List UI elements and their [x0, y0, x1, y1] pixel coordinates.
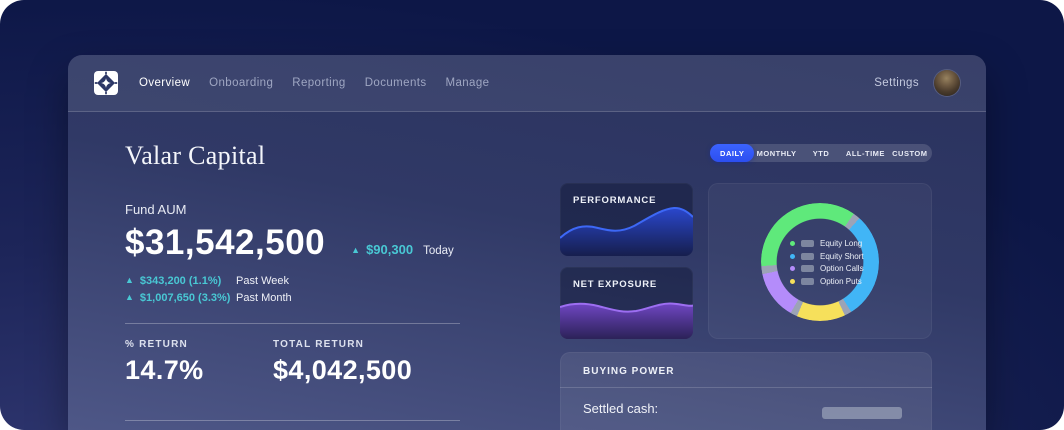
valar-logo-icon[interactable] [94, 71, 118, 95]
nav-items: Overview Onboarding Reporting Documents … [139, 77, 489, 89]
buying-power-title: BUYING POWER [583, 366, 674, 377]
nav-item-overview[interactable]: Overview [139, 77, 190, 89]
legend-skeleton-box [801, 253, 814, 260]
nav-item-manage[interactable]: Manage [445, 77, 489, 89]
trend-up-icon: ▲ [125, 275, 134, 285]
page-title: Valar Capital [125, 140, 525, 172]
legend-dot-icon [790, 254, 795, 259]
change-rows: ▲ $343,200 (1.1%) Past Week ▲ $1,007,650… [125, 275, 525, 304]
legend-skeleton-box [801, 278, 814, 285]
fund-aum-row: $31,542,500 ▲ $90,300 Today [125, 225, 525, 261]
today-change-label: Today [423, 245, 454, 257]
legend-label: Option Puts [820, 277, 862, 286]
net-exposure-title: NET EXPOSURE [573, 279, 657, 290]
tab-ytd[interactable]: YTD [799, 144, 843, 162]
tab-daily[interactable]: DAILY [710, 144, 754, 162]
allocation-card[interactable]: Equity Long Equity Short Option Calls [708, 183, 932, 339]
nav-item-onboarding[interactable]: Onboarding [209, 77, 273, 89]
performance-card[interactable]: PERFORMANCE [560, 183, 693, 256]
total-return-value: $4,042,500 [273, 355, 412, 386]
today-change-group: ▲ $90,300 Today [351, 242, 454, 257]
legend-dot-icon [790, 241, 795, 246]
settled-cash-label: Settled cash: [583, 401, 658, 416]
fund-summary: Valar Capital Fund AUM $31,542,500 ▲ $90… [125, 140, 525, 421]
trend-up-icon: ▲ [351, 245, 360, 255]
legend-skeleton-box [801, 265, 814, 272]
percent-return-stat: % RETURN 14.7% [125, 339, 273, 386]
past-month-change: $1,007,650 (3.3%) [140, 292, 231, 304]
return-stats: % RETURN 14.7% TOTAL RETURN $4,042,500 [125, 339, 525, 386]
legend-skeleton-box [801, 240, 814, 247]
card-header-divider [560, 387, 932, 388]
settled-cash-value-skeleton [822, 407, 902, 419]
percent-return-label: % RETURN [125, 339, 273, 350]
percent-return-value: 14.7% [125, 355, 273, 386]
performance-area-chart [560, 206, 693, 256]
past-week-change: $343,200 (1.1%) [140, 275, 221, 287]
fund-aum-value: $31,542,500 [125, 225, 325, 261]
past-week-label: Past Week [236, 275, 289, 287]
past-week-value: ▲ $343,200 (1.1%) [125, 275, 236, 287]
section-divider [125, 420, 460, 421]
screenshot-root: Overview Onboarding Reporting Documents … [0, 0, 1064, 430]
total-return-label: TOTAL RETURN [273, 339, 412, 350]
today-change-value: $90,300 [366, 242, 413, 257]
past-month-value: ▲ $1,007,650 (3.3%) [125, 292, 236, 304]
legend-label: Equity Short [820, 252, 864, 261]
user-avatar[interactable] [934, 70, 960, 96]
past-month-label: Past Month [236, 292, 292, 304]
trend-up-icon: ▲ [125, 292, 134, 302]
legend-dot-icon [790, 279, 795, 284]
past-week-row: ▲ $343,200 (1.1%) Past Week [125, 275, 525, 287]
nav-item-documents[interactable]: Documents [365, 77, 427, 89]
total-return-stat: TOTAL RETURN $4,042,500 [273, 339, 412, 386]
legend-label: Equity Long [820, 239, 862, 248]
net-exposure-card[interactable]: NET EXPOSURE [560, 267, 693, 339]
tab-all-time[interactable]: ALL-TIME [843, 144, 887, 162]
legend-item-equity-long: Equity Long [790, 239, 864, 248]
net-exposure-area-chart [560, 299, 693, 339]
time-range-tabs: DAILY MONTHLY YTD ALL-TIME CUSTOM [710, 144, 932, 162]
fund-aum-label: Fund AUM [125, 202, 525, 217]
tab-monthly[interactable]: MONTHLY [754, 144, 798, 162]
settings-link[interactable]: Settings [874, 77, 919, 89]
dashboard-panel: Overview Onboarding Reporting Documents … [68, 55, 986, 430]
buying-power-card[interactable]: BUYING POWER Settled cash: [560, 352, 932, 430]
performance-title: PERFORMANCE [573, 195, 656, 206]
past-month-row: ▲ $1,007,650 (3.3%) Past Month [125, 292, 525, 304]
tab-custom[interactable]: CUSTOM [888, 144, 932, 162]
nav-right: Settings [874, 70, 960, 96]
section-divider [125, 323, 460, 324]
nav-item-reporting[interactable]: Reporting [292, 77, 345, 89]
legend-dot-icon [790, 266, 795, 271]
top-nav: Overview Onboarding Reporting Documents … [68, 55, 986, 112]
app-background: Overview Onboarding Reporting Documents … [0, 0, 1064, 430]
legend-label: Option Calls [820, 264, 864, 273]
allocation-legend: Equity Long Equity Short Option Calls [790, 239, 864, 286]
legend-item-option-calls: Option Calls [790, 264, 864, 273]
legend-item-option-puts: Option Puts [790, 277, 864, 286]
legend-item-equity-short: Equity Short [790, 252, 864, 261]
